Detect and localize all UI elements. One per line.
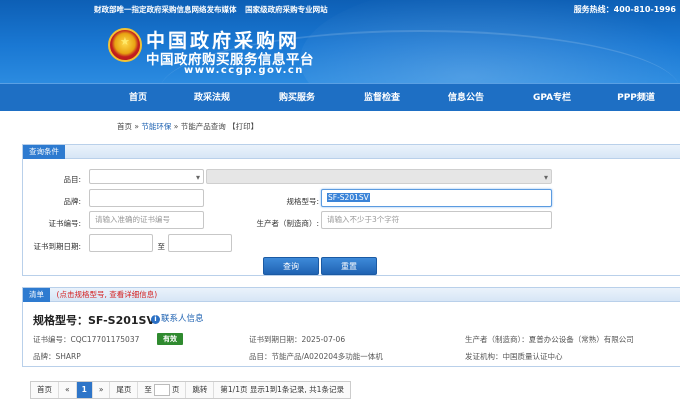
nav-home[interactable]: 首页 [98,84,178,112]
result-issuer: 发证机构：中国质量认证中心 [465,352,563,361]
expiry-from-input[interactable] [89,234,153,252]
nav-announcements[interactable]: 信息公告 [426,84,506,112]
breadcrumb-section[interactable]: 节能环保 [141,122,171,131]
status-badge: 有效 [157,333,183,345]
expiry-to-label: 至 [157,242,166,251]
nav-ppp[interactable]: PPP频道 [596,84,676,112]
service-hotline: 服务热线：400-810-1996 [573,5,676,14]
result-panel-header: 清单 (点击规格型号, 查看详细信息) [23,288,680,302]
breadcrumb-separator: » [173,122,179,131]
result-panel-title: 清单 [23,288,50,302]
pager-goto-suffix: 页 [171,385,180,394]
pager-summary: 第1/1页 显示1到1条记录, 共1条记录 [220,385,344,394]
pager-current-page[interactable]: 1 [76,382,93,398]
pager-last[interactable]: 尾页 [110,382,139,398]
pagination: 首页 « 1 » 尾页 至页 跳转 第1/1页 显示1到1条记录, 共1条记录 [30,381,351,399]
contact-info-label: 联系人信息 [161,314,204,324]
top-link-media[interactable]: 财政部唯一指定政府采购信息网络发布媒体 [94,5,237,14]
producer-label: 生产者（制造商）: [256,219,319,228]
reset-button[interactable]: 重置 [321,257,377,275]
breadcrumb-current: 节能产品查询 [180,122,226,131]
info-icon: i [151,315,160,324]
nav-supervision[interactable]: 监督检查 [342,84,422,112]
result-hint: (点击规格型号, 查看详细信息) [56,290,158,299]
national-emblem-icon: ★ [108,28,142,62]
top-link-site[interactable]: 国家级政府采购专业网站 [245,5,328,14]
result-cert-no: 证书编号：CQC17701175037 [33,335,140,344]
query-panel: 查询条件 品目: 品牌: 规格型号: SF-S201SV 证书编号: 请输入准确… [22,144,680,276]
pager-first[interactable]: 首页 [31,382,59,398]
expiry-label: 证书到期日期: [33,242,81,251]
nav-regulations[interactable]: 政采法规 [172,84,252,112]
pager-jump-button[interactable]: 跳转 [186,382,215,398]
brand-label: 品牌: [63,197,81,206]
result-panel: 清单 (点击规格型号, 查看详细信息) 规格型号：SF-S201SV i 联系人信… [22,287,680,367]
pager-prev[interactable]: « [59,382,77,398]
category-select[interactable] [89,169,204,184]
query-panel-header: 查询条件 [23,145,680,159]
top-links: 财政部唯一指定政府采购信息网络发布媒体 国家级政府采购专业网站 [94,4,334,15]
producer-input[interactable]: 请输入不少于3个字符 [321,211,552,229]
cert-no-label: 证书编号: [48,219,81,228]
nav-gpa[interactable]: GPA专栏 [512,84,592,112]
search-button[interactable]: 查询 [263,257,319,275]
breadcrumb-separator: » [134,122,139,131]
model-input-value: SF-S201SV [327,193,370,202]
brand-input[interactable] [89,189,204,207]
breadcrumb: 首页 » 节能环保 » 节能产品查询 【打印】 [117,121,258,132]
main-nav: 首页 政采法规 购买服务 监督检查 信息公告 GPA专栏 PPP频道 [0,83,680,111]
site-url: www.ccgp.gov.cn [184,65,304,76]
site-header: 财政部唯一指定政府采购信息网络发布媒体 国家级政府采购专业网站 服务热线：400… [0,0,680,83]
cert-no-input[interactable]: 请输入准确的证书编号 [89,211,204,229]
pager-page-input[interactable] [153,384,170,396]
nav-purchase-service[interactable]: 购买服务 [257,84,337,112]
print-link[interactable]: 【打印】 [228,122,258,131]
result-category: 品目：节能产品/A020204多功能一体机 [249,352,383,361]
breadcrumb-home[interactable]: 首页 [117,122,132,131]
pager-goto: 至页 [138,382,187,398]
model-label: 规格型号: [286,197,319,206]
pager-goto-prefix: 至 [144,385,152,394]
expiry-to-input[interactable] [168,234,232,252]
result-brand: 品牌：SHARP [33,352,81,361]
result-item-title[interactable]: 规格型号：SF-S201SV [33,312,155,328]
result-expiry: 证书到期日期：2025-07-06 [249,335,346,344]
result-producer: 生产者（制造商）：夏普办公设备（常熟）有限公司 [465,335,634,344]
query-panel-title: 查询条件 [23,145,65,159]
contact-info-link[interactable]: i 联系人信息 [151,312,204,324]
model-input[interactable]: SF-S201SV [321,189,552,207]
category-label: 品目: [63,175,81,184]
subcategory-select[interactable] [206,169,552,184]
pager-next[interactable]: » [93,382,111,398]
